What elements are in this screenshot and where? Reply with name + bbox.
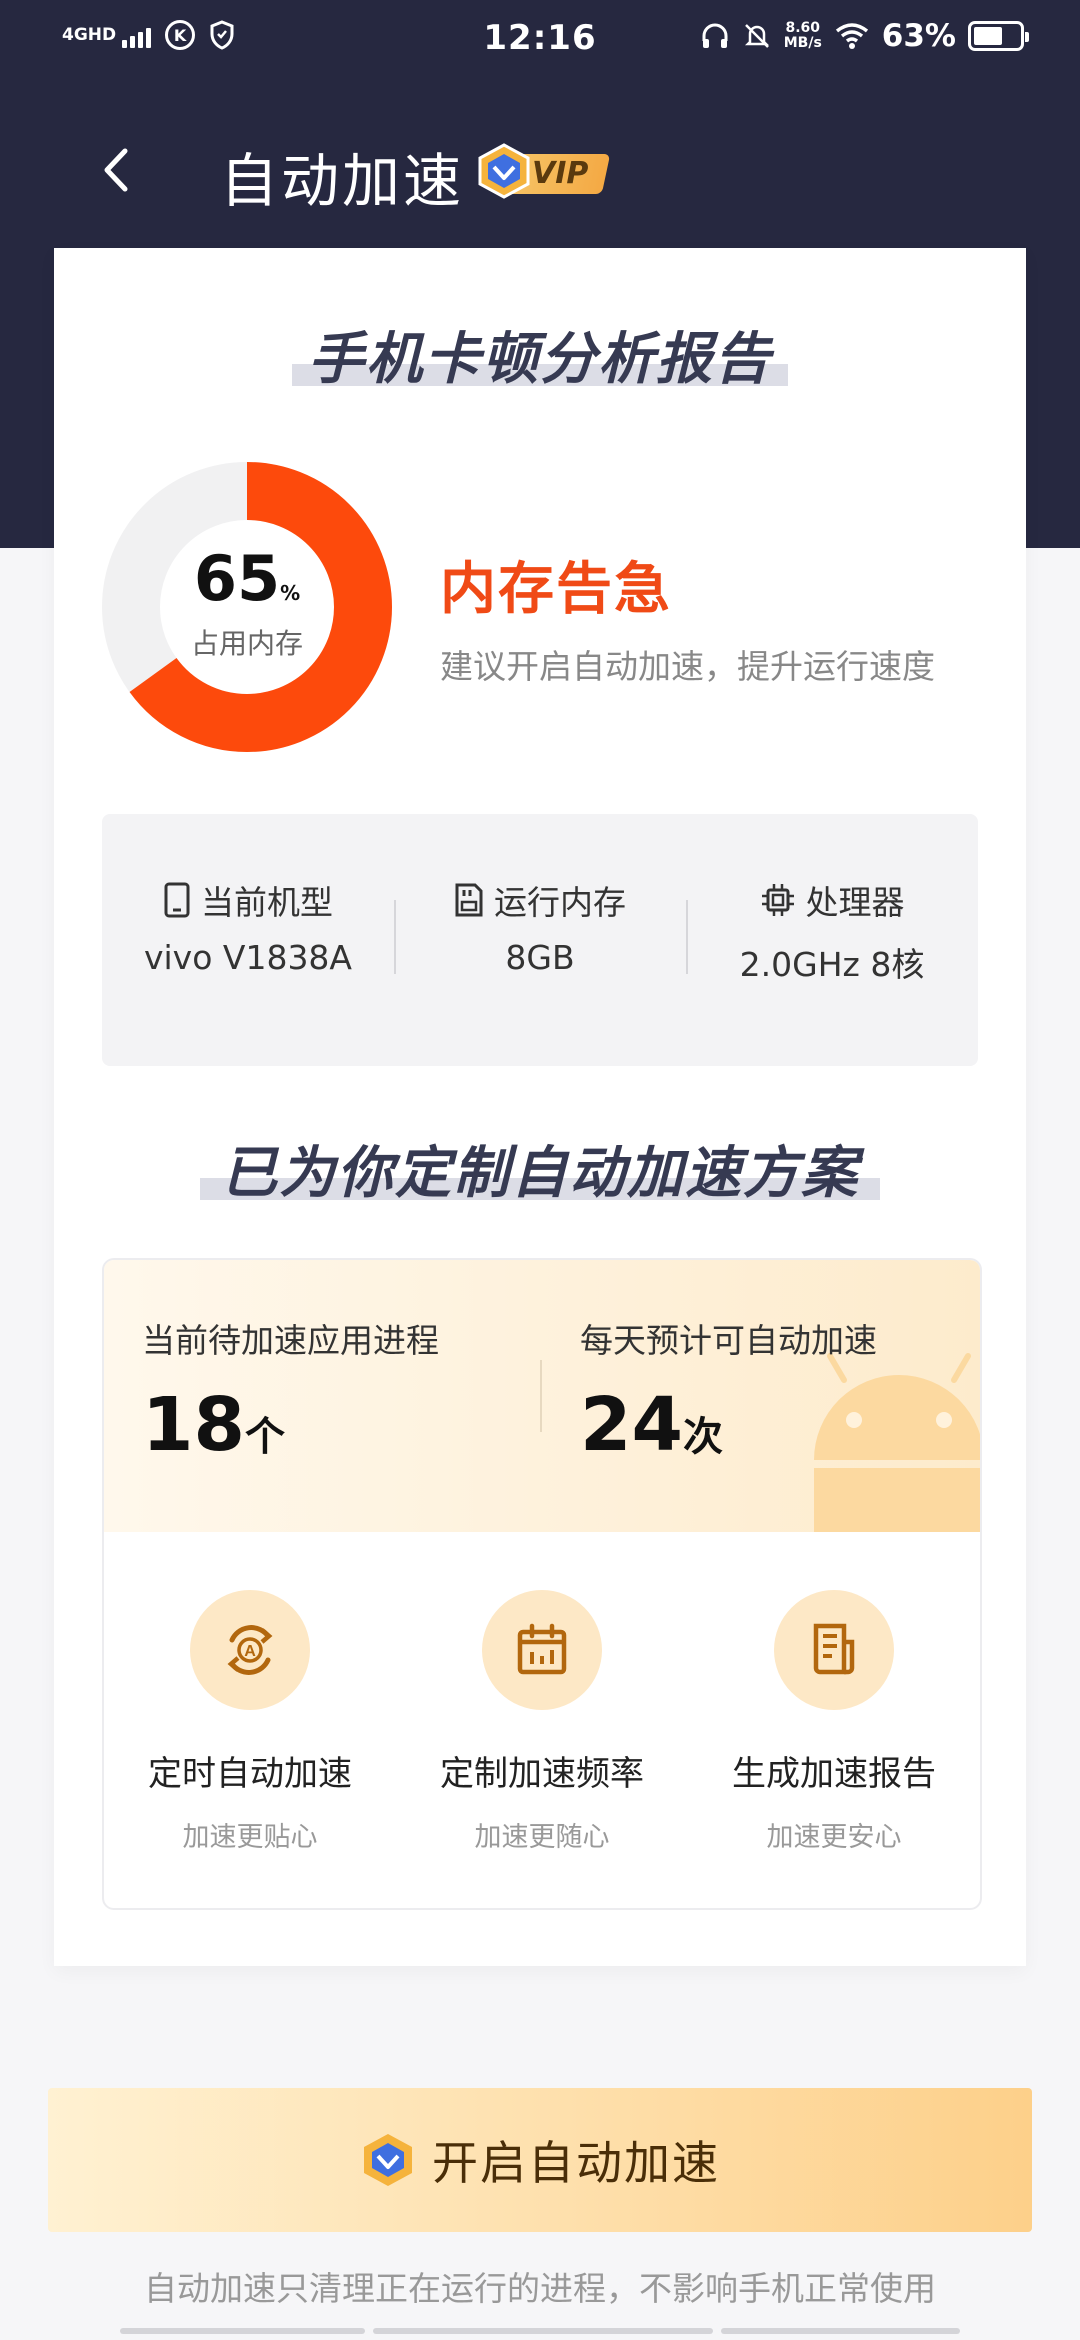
- mute-bell-icon: [744, 24, 769, 48]
- memory-percent: 65%: [193, 542, 301, 615]
- status-bar: 4GHD K 12:16 8.60 MB/s 63%: [0, 0, 1080, 84]
- stat-daily-accelerations: 每天预计可自动加速 24次: [580, 1321, 877, 1468]
- battery-percent: 63%: [881, 18, 956, 54]
- stat-daily-accelerations-value: 24次: [580, 1382, 723, 1468]
- acceleration-plan: 当前待加速应用进程 18个 每天预计可自动加速 24次 A 定时自动加速 加速更…: [102, 1258, 982, 1910]
- cta-footnote: 自动加速只清理正在运行的进程，不影响手机正常使用: [144, 2269, 936, 2308]
- plan-section-title: 已为你定制自动加速方案: [54, 1128, 1026, 1209]
- bottom-edge-decoration: [120, 2328, 960, 2336]
- title-bar: 自动加速 VIP: [0, 110, 1080, 230]
- stat-pending-processes: 当前待加速应用进程 18个: [142, 1321, 439, 1468]
- page-title: 自动加速: [220, 147, 465, 215]
- svg-text:A: A: [244, 1643, 256, 1660]
- feature-acceleration-report: 生成加速报告 加速更安心: [688, 1590, 980, 1854]
- memory-alert-description: 建议开启自动加速，提升运行速度: [440, 647, 935, 686]
- cta-label: 开启自动加速: [432, 2136, 720, 2190]
- spec-ram: 运行内存 8GB: [394, 876, 686, 977]
- cpu-icon: [761, 884, 794, 916]
- spec-device-model: 当前机型 vivo V1838A: [102, 876, 394, 977]
- auto-timer-icon: A: [227, 1625, 273, 1675]
- spec-ram-value: 8GB: [505, 938, 575, 977]
- memory-usage-readout: 65% 占用内存: [102, 462, 392, 752]
- phone-icon: [164, 882, 190, 918]
- report-card: 手机卡顿分析报告 65% 占用内存 内存告急 建议开启自动加速，提升运行速度 当…: [54, 248, 1026, 1966]
- feature-scheduled-acceleration: A 定时自动加速 加速更贴心: [104, 1590, 396, 1854]
- headphones-icon: [702, 23, 728, 48]
- spec-cpu: 处理器 2.0GHz 8核: [686, 876, 978, 986]
- report-icon: [813, 1623, 855, 1675]
- stat-divider: [540, 1360, 542, 1432]
- battery-icon: [968, 21, 1029, 51]
- memory-alert-title: 内存告急: [440, 557, 672, 622]
- stat-pending-processes-value: 18个: [142, 1382, 285, 1468]
- vip-shield-icon: [478, 143, 530, 199]
- memory-card-icon: [455, 883, 483, 917]
- vip-badge: VIP: [476, 142, 611, 200]
- spec-cpu-value: 2.0GHz 8核: [739, 945, 925, 984]
- report-section-title: 手机卡顿分析报告: [54, 314, 1026, 395]
- feature-custom-frequency: 定制加速频率 加速更随心: [396, 1590, 688, 1854]
- memory-label: 占用内存: [190, 627, 303, 660]
- plan-stats: 当前待加速应用进程 18个 每天预计可自动加速 24次: [104, 1260, 980, 1532]
- wifi-icon: [835, 23, 868, 49]
- chevron-left-icon: [104, 148, 128, 192]
- device-specs: 当前机型 vivo V1838A 运行内存 8GB 处理器 2.0GHz 8核: [102, 814, 978, 1066]
- back-button[interactable]: [80, 135, 150, 205]
- calendar-icon: [517, 1623, 567, 1675]
- spec-device-model-value: vivo V1838A: [143, 938, 353, 977]
- vip-shield-icon: [364, 2134, 412, 2186]
- vip-label: VIP: [532, 156, 589, 191]
- network-speed: 8.60 MB/s: [783, 20, 822, 51]
- enable-auto-acceleration-button[interactable]: 开启自动加速: [48, 2088, 1032, 2232]
